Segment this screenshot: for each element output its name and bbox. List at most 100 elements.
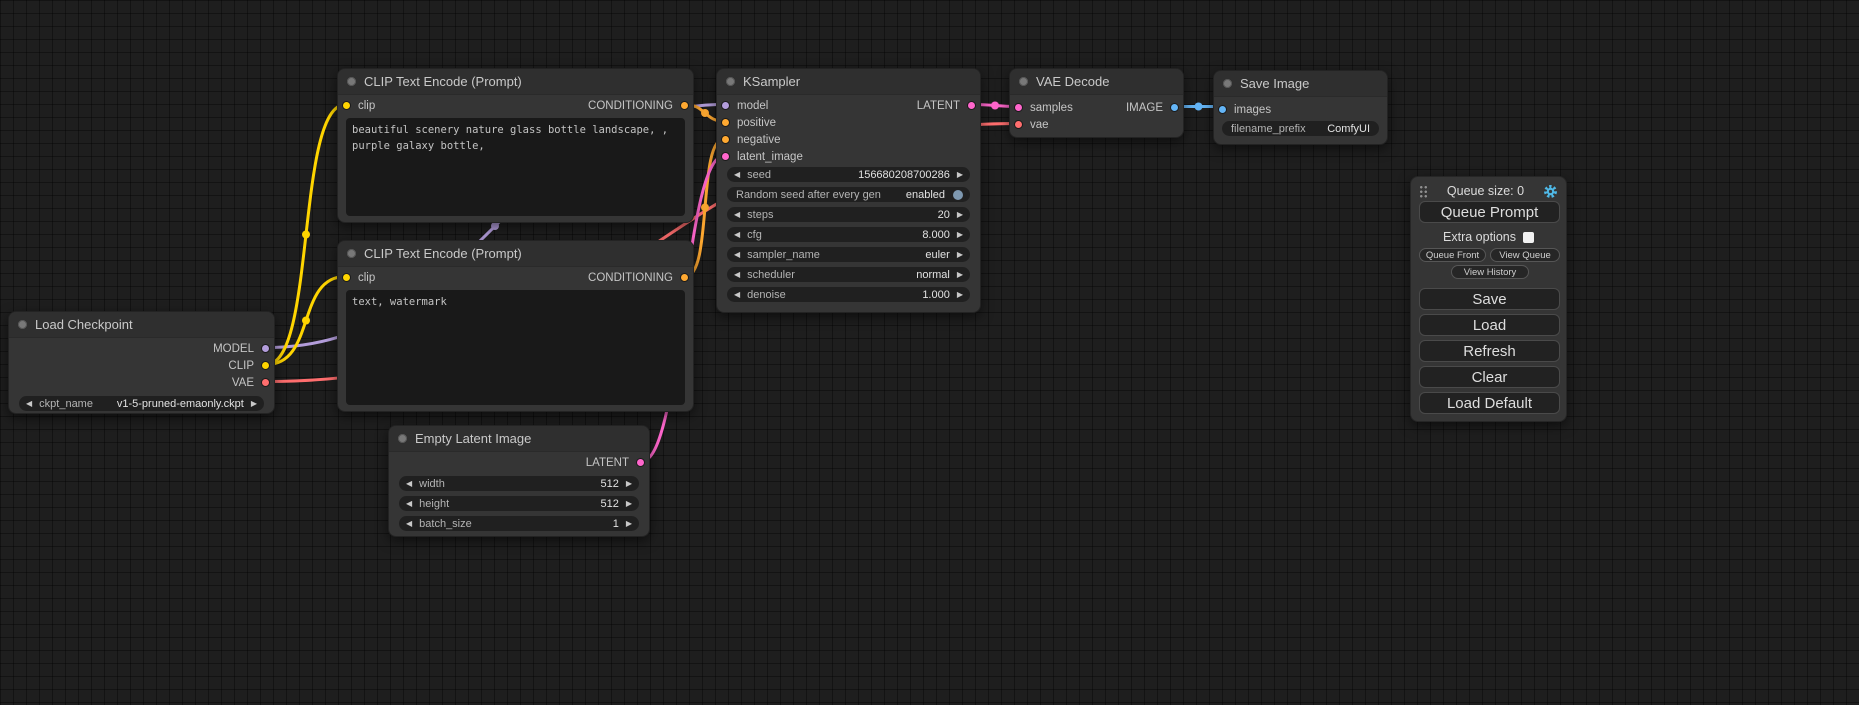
wire-midpoint-dot[interactable]: [991, 102, 999, 110]
negative-prompt-textarea[interactable]: text, watermark: [346, 290, 685, 405]
clip-input-port[interactable]: [342, 101, 351, 110]
increment-arrow-icon[interactable]: ▶: [957, 271, 963, 279]
extra-options-label: Extra options: [1443, 230, 1516, 244]
wire-midpoint-dot[interactable]: [302, 231, 310, 239]
drag-handle-icon[interactable]: [1419, 185, 1428, 198]
latent-output-port[interactable]: [636, 458, 645, 467]
increment-arrow-icon[interactable]: ▶: [251, 400, 257, 408]
model-input-port[interactable]: [721, 101, 730, 110]
samples-input-port[interactable]: [1014, 103, 1023, 112]
increment-arrow-icon[interactable]: ▶: [626, 500, 632, 508]
width-widget[interactable]: ◀ width 512 ▶: [399, 476, 639, 491]
node-header[interactable]: Empty Latent Image: [389, 426, 649, 452]
clip-input-port[interactable]: [342, 273, 351, 282]
decrement-arrow-icon[interactable]: ◀: [406, 520, 412, 528]
collapse-dot-icon[interactable]: [1019, 77, 1028, 86]
output-slot-conditioning: CONDITIONING: [588, 100, 689, 112]
view-queue-button[interactable]: View Queue: [1490, 248, 1560, 262]
wire-midpoint-dot[interactable]: [491, 222, 499, 230]
increment-arrow-icon[interactable]: ▶: [626, 520, 632, 528]
collapse-dot-icon[interactable]: [347, 249, 356, 258]
collapse-dot-icon[interactable]: [726, 77, 735, 86]
node-clip-text-encode-negative[interactable]: CLIP Text Encode (Prompt) clip CONDITION…: [337, 240, 694, 412]
increment-arrow-icon[interactable]: ▶: [957, 291, 963, 299]
queue-front-button[interactable]: Queue Front: [1419, 248, 1486, 262]
sampler-name-widget[interactable]: ◀ sampler_name euler ▶: [727, 247, 970, 262]
image-output-port[interactable]: [1170, 103, 1179, 112]
node-header[interactable]: CLIP Text Encode (Prompt): [338, 69, 693, 95]
wire-midpoint-dot[interactable]: [701, 109, 709, 117]
ckpt-name-widget[interactable]: ◀ ckpt_name v1-5-pruned-emaonly.ckpt ▶: [19, 396, 264, 411]
cfg-widget[interactable]: ◀ cfg 8.000 ▶: [727, 227, 970, 242]
widget-label: sampler_name: [747, 249, 820, 261]
random-seed-toggle-widget[interactable]: Random seed after every gen enabled: [727, 187, 970, 202]
scheduler-widget[interactable]: ◀ scheduler normal ▶: [727, 267, 970, 282]
settings-gear-icon[interactable]: [1543, 184, 1558, 199]
decrement-arrow-icon[interactable]: ◀: [734, 211, 740, 219]
denoise-widget[interactable]: ◀ denoise 1.000 ▶: [727, 287, 970, 302]
wire-midpoint-dot[interactable]: [701, 204, 709, 212]
latent-image-input-port[interactable]: [721, 152, 730, 161]
load-default-button[interactable]: Load Default: [1419, 392, 1560, 414]
node-header[interactable]: Save Image: [1214, 71, 1387, 97]
node-load-checkpoint[interactable]: Load Checkpoint MODEL CLIP VAE ◀ ckpt_na…: [8, 311, 275, 414]
node-clip-text-encode-positive[interactable]: CLIP Text Encode (Prompt) clip CONDITION…: [337, 68, 694, 223]
increment-arrow-icon[interactable]: ▶: [957, 171, 963, 179]
collapse-dot-icon[interactable]: [347, 77, 356, 86]
collapse-dot-icon[interactable]: [1223, 79, 1232, 88]
batch-size-widget[interactable]: ◀ batch_size 1 ▶: [399, 516, 639, 531]
positive-prompt-textarea[interactable]: beautiful scenery nature glass bottle la…: [346, 118, 685, 216]
increment-arrow-icon[interactable]: ▶: [626, 480, 632, 488]
decrement-arrow-icon[interactable]: ◀: [734, 271, 740, 279]
increment-arrow-icon[interactable]: ▶: [957, 231, 963, 239]
filename-prefix-widget[interactable]: filename_prefix ComfyUI: [1222, 121, 1379, 136]
height-widget[interactable]: ◀ height 512 ▶: [399, 496, 639, 511]
wire-midpoint-dot[interactable]: [302, 317, 310, 325]
decrement-arrow-icon[interactable]: ◀: [26, 400, 32, 408]
node-empty-latent-image[interactable]: Empty Latent Image LATENT ◀ width 512 ▶ …: [388, 425, 650, 537]
refresh-button[interactable]: Refresh: [1419, 340, 1560, 362]
clip-output-port[interactable]: [261, 361, 270, 370]
toggle-knob-icon[interactable]: [953, 190, 963, 200]
collapse-dot-icon[interactable]: [18, 320, 27, 329]
decrement-arrow-icon[interactable]: ◀: [734, 291, 740, 299]
latent-output-port[interactable]: [967, 101, 976, 110]
node-vae-decode[interactable]: VAE Decode samples vae IMAGE: [1009, 68, 1184, 138]
conditioning-output-port[interactable]: [680, 101, 689, 110]
collapse-dot-icon[interactable]: [398, 434, 407, 443]
steps-widget[interactable]: ◀ steps 20 ▶: [727, 207, 970, 222]
load-button[interactable]: Load: [1419, 314, 1560, 336]
increment-arrow-icon[interactable]: ▶: [957, 251, 963, 259]
model-output-port[interactable]: [261, 344, 270, 353]
slot-label: clip: [358, 272, 375, 284]
decrement-arrow-icon[interactable]: ◀: [734, 231, 740, 239]
images-input-port[interactable]: [1218, 105, 1227, 114]
negative-input-port[interactable]: [721, 135, 730, 144]
vae-input-port[interactable]: [1014, 120, 1023, 129]
view-history-button[interactable]: View History: [1451, 265, 1529, 279]
seed-widget[interactable]: ◀ seed 156680208700286 ▶: [727, 167, 970, 182]
decrement-arrow-icon[interactable]: ◀: [734, 251, 740, 259]
clear-button[interactable]: Clear: [1419, 366, 1560, 388]
extra-options-checkbox[interactable]: [1523, 232, 1534, 243]
node-save-image[interactable]: Save Image images filename_prefix ComfyU…: [1213, 70, 1388, 145]
node-header[interactable]: KSampler: [717, 69, 980, 95]
node-header[interactable]: Load Checkpoint: [9, 312, 274, 338]
widget-label: seed: [747, 169, 771, 181]
decrement-arrow-icon[interactable]: ◀: [406, 500, 412, 508]
decrement-arrow-icon[interactable]: ◀: [406, 480, 412, 488]
vae-output-port[interactable]: [261, 378, 270, 387]
node-ksampler[interactable]: KSampler model positive negative latent_…: [716, 68, 981, 313]
positive-input-port[interactable]: [721, 118, 730, 127]
wire-midpoint-dot[interactable]: [1195, 103, 1203, 111]
save-button[interactable]: Save: [1419, 288, 1560, 310]
decrement-arrow-icon[interactable]: ◀: [734, 171, 740, 179]
conditioning-output-port[interactable]: [680, 273, 689, 282]
node-header[interactable]: VAE Decode: [1010, 69, 1183, 95]
wire-clip-positive[interactable]: [267, 105, 346, 365]
queue-prompt-button[interactable]: Queue Prompt: [1419, 201, 1560, 223]
node-header[interactable]: CLIP Text Encode (Prompt): [338, 241, 693, 267]
increment-arrow-icon[interactable]: ▶: [957, 211, 963, 219]
node-graph-canvas[interactable]: Load Checkpoint MODEL CLIP VAE ◀ ckpt_na…: [0, 0, 1859, 705]
wire-clip-negative[interactable]: [267, 277, 346, 365]
